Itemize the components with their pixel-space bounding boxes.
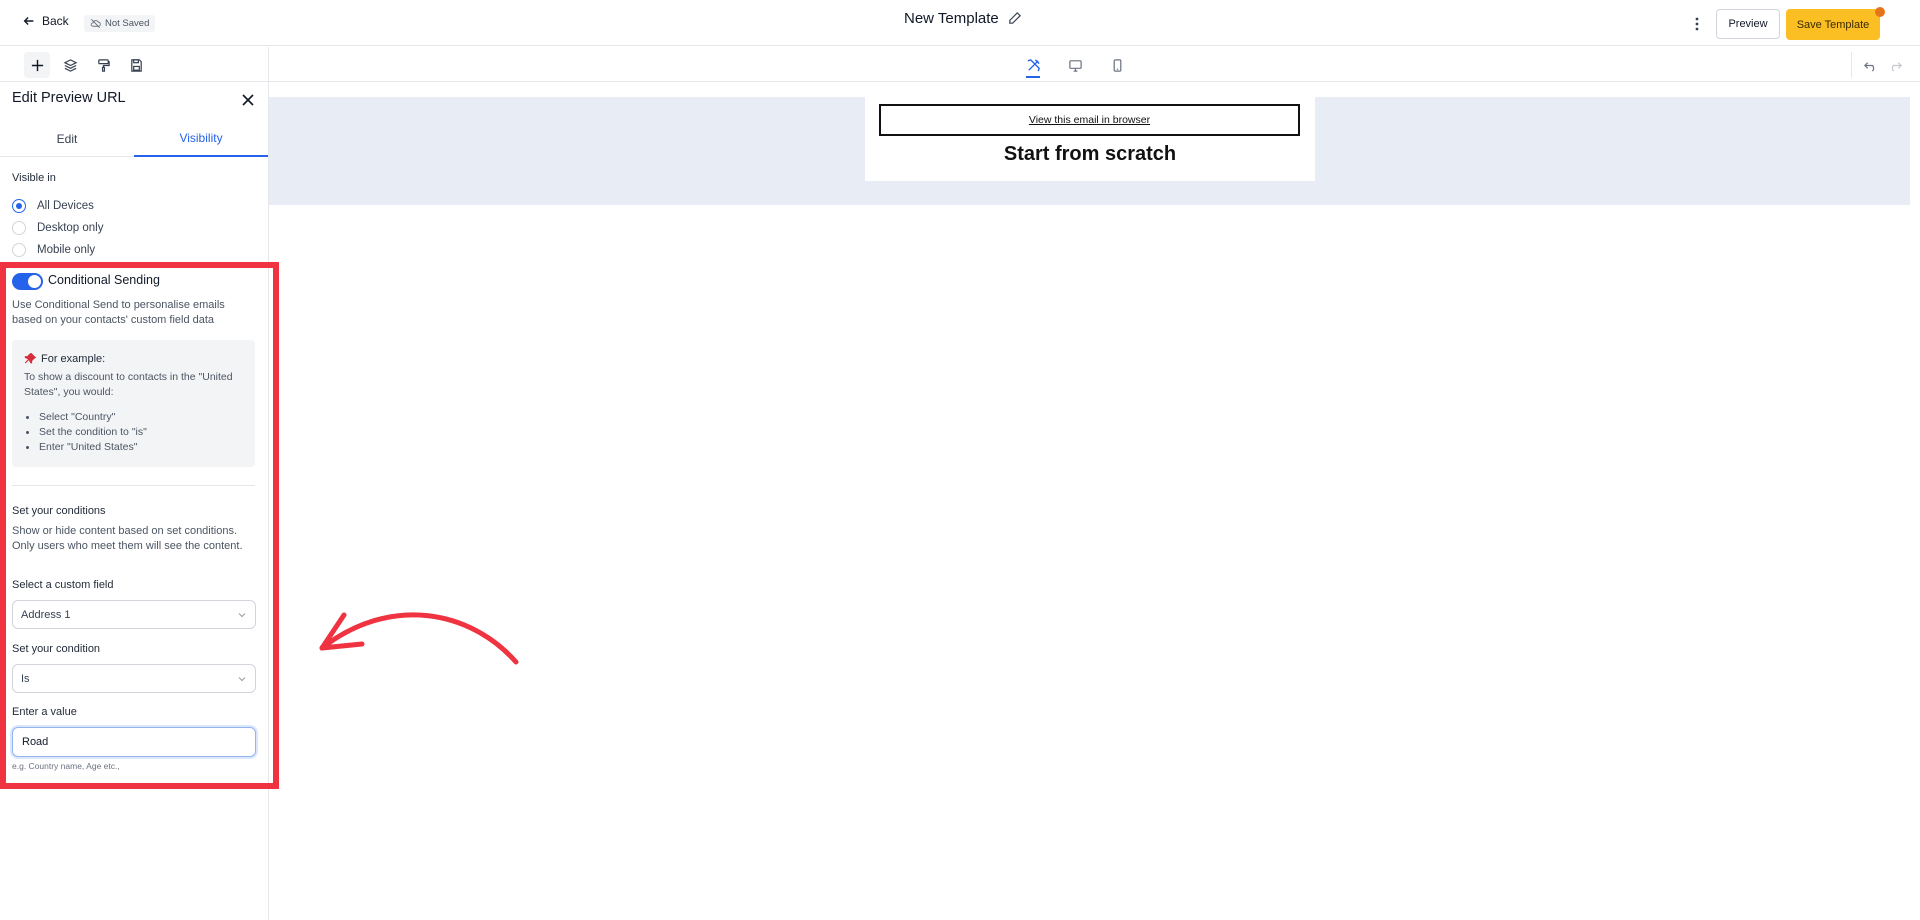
active-view-indicator — [1026, 76, 1040, 78]
value-input[interactable]: Road — [12, 727, 256, 757]
tab-edit[interactable]: Edit — [0, 120, 134, 157]
history-divider — [1851, 52, 1852, 78]
template-title[interactable]: New Template — [904, 10, 1022, 27]
list-item-text: Select "Country" — [39, 411, 116, 423]
template-title-text: New Template — [904, 10, 999, 27]
status-badge: Not Saved — [84, 15, 156, 32]
conditions-description: Show or hide content based on set condit… — [12, 525, 243, 552]
radio-button[interactable] — [12, 221, 26, 235]
undo-icon[interactable] — [1857, 52, 1883, 78]
radio-mobile-only[interactable]: Mobile only — [12, 243, 95, 257]
radio-label: All Devices — [37, 200, 94, 212]
add-icon[interactable] — [24, 52, 50, 78]
mobile-icon[interactable] — [1104, 52, 1130, 78]
pushpin-icon — [24, 352, 37, 364]
back-label: Back — [42, 14, 69, 28]
back-button[interactable]: Back — [22, 14, 69, 28]
tab-visibility[interactable]: Visibility — [134, 120, 268, 157]
section-divider — [12, 485, 255, 486]
conditional-sending-label: Conditional Sending — [48, 273, 160, 287]
condition-label: Set your condition — [12, 643, 101, 655]
panel-tabs: Edit Visibility — [0, 120, 268, 157]
list-item: Select "Country" — [26, 410, 147, 425]
custom-field-label: Select a custom field — [12, 579, 114, 591]
radio-all-devices[interactable]: All Devices — [12, 199, 94, 213]
editor-toolbar — [0, 47, 1920, 82]
arrow-left-icon — [23, 17, 34, 25]
close-icon[interactable] — [240, 92, 256, 108]
email-preview[interactable]: View this email in browser Start from sc… — [865, 97, 1315, 181]
radio-button[interactable] — [12, 199, 26, 213]
list-item-text: Enter "United States" — [39, 441, 138, 453]
annotation-arrow-icon — [319, 612, 519, 665]
cloud-off-icon — [90, 19, 101, 28]
example-heading-text: For example: — [41, 352, 106, 365]
more-options-icon[interactable] — [1688, 14, 1706, 34]
example-box: For example: To show a discount to conta… — [12, 340, 255, 467]
custom-field-value: Address 1 — [21, 608, 71, 621]
status-badge-label: Not Saved — [105, 18, 150, 29]
redo-icon[interactable] — [1882, 52, 1908, 78]
panel-title: Edit Preview URL — [12, 90, 126, 106]
preview-button[interactable]: Preview — [1716, 9, 1780, 39]
chevron-down-icon — [238, 613, 246, 618]
example-steps: Select "Country" Set the condition to "i… — [26, 410, 147, 455]
design-tools-icon[interactable] — [1020, 52, 1046, 78]
layers-icon[interactable] — [57, 52, 83, 78]
email-heading: Start from scratch — [1003, 143, 1177, 165]
visible-in-label: Visible in — [12, 172, 56, 184]
save-icon[interactable] — [123, 52, 149, 78]
pencil-icon[interactable] — [1007, 11, 1022, 26]
save-template-button[interactable]: Save Template — [1786, 9, 1880, 40]
view-in-browser-link[interactable]: View this email in browser — [879, 104, 1300, 136]
list-item: Set the condition to "is" — [26, 425, 147, 440]
custom-field-select[interactable]: Address 1 — [12, 600, 256, 629]
value-hint: e.g. Country name, Age etc., — [12, 761, 120, 771]
chevron-down-icon — [238, 677, 246, 682]
radio-label: Mobile only — [37, 244, 96, 256]
list-item-text: Set the condition to "is" — [39, 426, 147, 438]
conditional-description: Use Conditional Send to personalise emai… — [12, 299, 225, 326]
conditional-sending-toggle[interactable] — [12, 273, 43, 290]
example-heading: For example: — [24, 352, 105, 365]
condition-value: Is — [21, 672, 30, 685]
radio-label: Desktop only — [37, 222, 104, 234]
value-label: Enter a value — [12, 706, 77, 718]
unsaved-indicator — [1875, 7, 1885, 17]
example-body: To show a discount to contacts in the "U… — [24, 371, 233, 398]
radio-button[interactable] — [12, 243, 26, 257]
paint-roller-icon[interactable] — [90, 52, 116, 78]
top-bar: Back Not Saved New Template Preview Save… — [0, 0, 1920, 46]
list-item: Enter "United States" — [26, 440, 147, 455]
radio-desktop-only[interactable]: Desktop only — [12, 221, 103, 235]
condition-select[interactable]: Is — [12, 664, 256, 693]
desktop-icon[interactable] — [1062, 52, 1088, 78]
conditions-label: Set your conditions — [12, 505, 106, 517]
